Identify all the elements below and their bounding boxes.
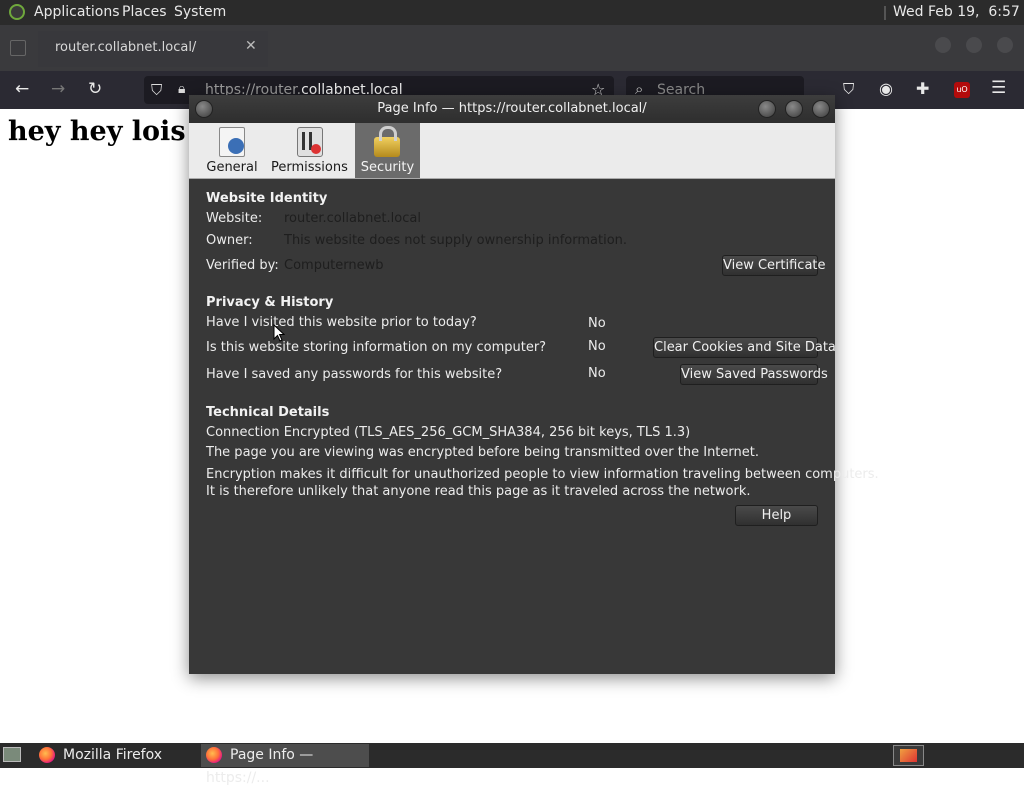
storing-question: Is this website storing information on m… (206, 340, 547, 355)
taskbar-item-page-info[interactable]: Page Info — https://... (201, 744, 369, 786)
page-info-dialog: Page Info — https://router.collabnet.loc… (189, 95, 879, 674)
passwords-question: Have I saved any passwords for this webs… (206, 367, 503, 382)
firefox-icon (206, 747, 222, 763)
page-heading: hey hey lois h (8, 116, 215, 147)
tab-permissions-label: Permissions (271, 160, 348, 175)
distro-logo-icon[interactable] (9, 4, 25, 20)
forward-arrow-icon[interactable]: → (51, 79, 65, 99)
ublock-origin-icon[interactable]: uO (954, 82, 970, 98)
owner-label: Owner: (206, 233, 253, 248)
hamburger-menu-icon[interactable]: ☰ (991, 78, 1006, 98)
dialog-titlebar[interactable]: Page Info — https://router.collabnet.loc… (189, 95, 835, 123)
view-certificate-button[interactable]: View Certificate (722, 255, 826, 276)
mouse-cursor-icon (273, 324, 285, 342)
maximize-window-icon[interactable] (966, 37, 982, 53)
clear-cookies-button[interactable]: Clear Cookies and Site Data (653, 337, 836, 358)
taskbar-item-page-info-label: Page Info — https://... (206, 747, 314, 786)
pocket-icon[interactable]: ⛉ (843, 80, 854, 98)
firefox-icon (39, 747, 55, 763)
encryption-line-3: It is therefore unlikely that anyone rea… (206, 484, 751, 499)
encryption-line-1: The page you are viewing was encrypted b… (206, 445, 759, 460)
technical-details-heading: Technical Details (206, 405, 330, 420)
website-value: router.collabnet.local (284, 211, 421, 226)
privacy-history-heading: Privacy & History (206, 295, 334, 310)
visited-answer: No (588, 316, 606, 331)
tab-security[interactable]: Security (355, 123, 420, 178)
system-menu[interactable]: System (174, 4, 226, 20)
owner-value: This website does not supply ownership i… (284, 233, 628, 248)
dialog-close-icon[interactable] (812, 100, 830, 118)
panel-separator (884, 6, 886, 20)
account-icon[interactable]: ◉ (879, 79, 893, 98)
passwords-answer: No (588, 366, 606, 381)
tab-close-icon[interactable]: ✕ (245, 38, 257, 54)
storing-answer: No (588, 339, 606, 354)
dialog-minimize-icon[interactable] (758, 100, 776, 118)
extensions-icon[interactable]: ✚ (916, 79, 929, 98)
website-identity-heading: Website Identity (206, 191, 328, 206)
lock-icon[interactable]: 🔒︎ (178, 81, 185, 97)
connection-encrypted-text: Connection Encrypted (TLS_AES_256_GCM_SH… (206, 425, 691, 440)
tab-bar: router.collabnet.local/ ✕ (0, 25, 1024, 71)
browser-tab[interactable]: router.collabnet.local/ ✕ (38, 31, 268, 67)
help-button[interactable]: Help (735, 505, 818, 526)
tab-general-label: General (206, 160, 258, 175)
bottom-taskbar: Mozilla Firefox Page Info — https://... (0, 743, 1024, 786)
security-padlock-icon (374, 126, 400, 157)
dialog-menu-icon[interactable] (195, 100, 213, 118)
clock[interactable]: Wed Feb 19, 6:57 PM (893, 4, 1024, 20)
reload-icon[interactable]: ↻ (88, 79, 102, 99)
show-desktop-icon[interactable] (3, 747, 21, 762)
encryption-line-2: Encryption makes it difficult for unauth… (206, 467, 879, 482)
tab-general[interactable]: General (203, 123, 261, 178)
verified-by-label: Verified by: (206, 258, 279, 273)
permissions-sliders-icon (297, 127, 323, 157)
top-panel: Applications Places System Wed Feb 19, 6… (0, 0, 1024, 25)
firefox-view-icon[interactable] (10, 40, 26, 56)
taskbar-item-firefox[interactable]: Mozilla Firefox (34, 744, 202, 767)
dialog-tab-bar: General Permissions Security (189, 123, 835, 179)
tab-security-label: Security (360, 160, 415, 175)
verified-by-value: Computernewb (284, 258, 384, 273)
minimize-window-icon[interactable] (935, 37, 951, 53)
applications-menu[interactable]: Applications (34, 4, 120, 20)
general-info-icon (219, 127, 245, 157)
places-menu[interactable]: Places (122, 4, 167, 20)
back-arrow-icon[interactable]: ← (15, 79, 29, 99)
view-saved-passwords-button[interactable]: View Saved Passwords (680, 364, 828, 385)
dialog-title: Page Info — https://router.collabnet.loc… (377, 101, 647, 116)
visited-question: Have I visited this website prior to tod… (206, 315, 477, 330)
workspace-switcher[interactable] (893, 745, 924, 766)
taskbar-item-firefox-label: Mozilla Firefox (63, 747, 163, 763)
tab-permissions[interactable]: Permissions (271, 123, 348, 178)
tab-title: router.collabnet.local/ (55, 40, 197, 55)
website-label: Website: (206, 211, 263, 226)
close-window-icon[interactable] (997, 37, 1013, 53)
dialog-maximize-icon[interactable] (785, 100, 803, 118)
tracking-shield-icon[interactable]: ⛉ (151, 81, 162, 99)
